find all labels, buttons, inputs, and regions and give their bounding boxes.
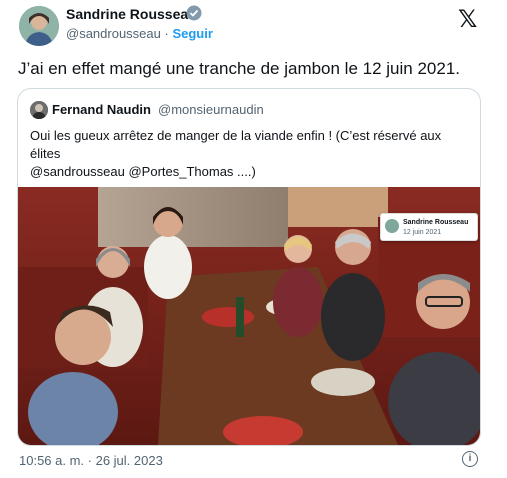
info-icon[interactable]: i — [462, 451, 478, 467]
quote-mentions: @sandrousseau @Portes_Thomas ....) — [30, 164, 256, 179]
follow-button[interactable]: Seguir — [172, 26, 212, 41]
tweet-text: J’ai en effet mangé une tranche de jambo… — [18, 59, 460, 78]
inset-name: Sandrine Rousseau — [403, 219, 469, 226]
quote-author-avatar — [30, 101, 48, 119]
author-avatar[interactable] — [19, 6, 59, 46]
author-handle-line: @sandrousseau · Seguir — [66, 26, 213, 41]
inset-date: 12 juin 2021 — [403, 229, 442, 236]
separator-dot: · — [164, 26, 169, 41]
author-name[interactable]: Sandrine Rousseau — [66, 6, 197, 22]
quote-text: Oui les gueux arrêtez de manger de la vi… — [30, 128, 442, 161]
tweet-timestamp[interactable]: 10:56 a. m. · 26 jul. 2023 — [19, 453, 163, 468]
x-logo-icon[interactable]: 𝕏 — [458, 5, 477, 33]
quoted-tweet-card[interactable]: Fernand Naudin @monsieurnaudin Oui les g… — [17, 88, 481, 446]
author-handle[interactable]: @sandrousseau — [66, 26, 161, 41]
restaurant-photo[interactable]: Sandrine Rousseau 12 juin 2021 — [18, 187, 480, 445]
photo-inset-card: Sandrine Rousseau 12 juin 2021 — [380, 213, 478, 241]
inset-avatar — [385, 219, 399, 233]
quote-author-name: Fernand Naudin — [52, 102, 151, 117]
verified-badge-icon — [186, 5, 202, 21]
quote-author-handle: @monsieurnaudin — [158, 102, 264, 117]
